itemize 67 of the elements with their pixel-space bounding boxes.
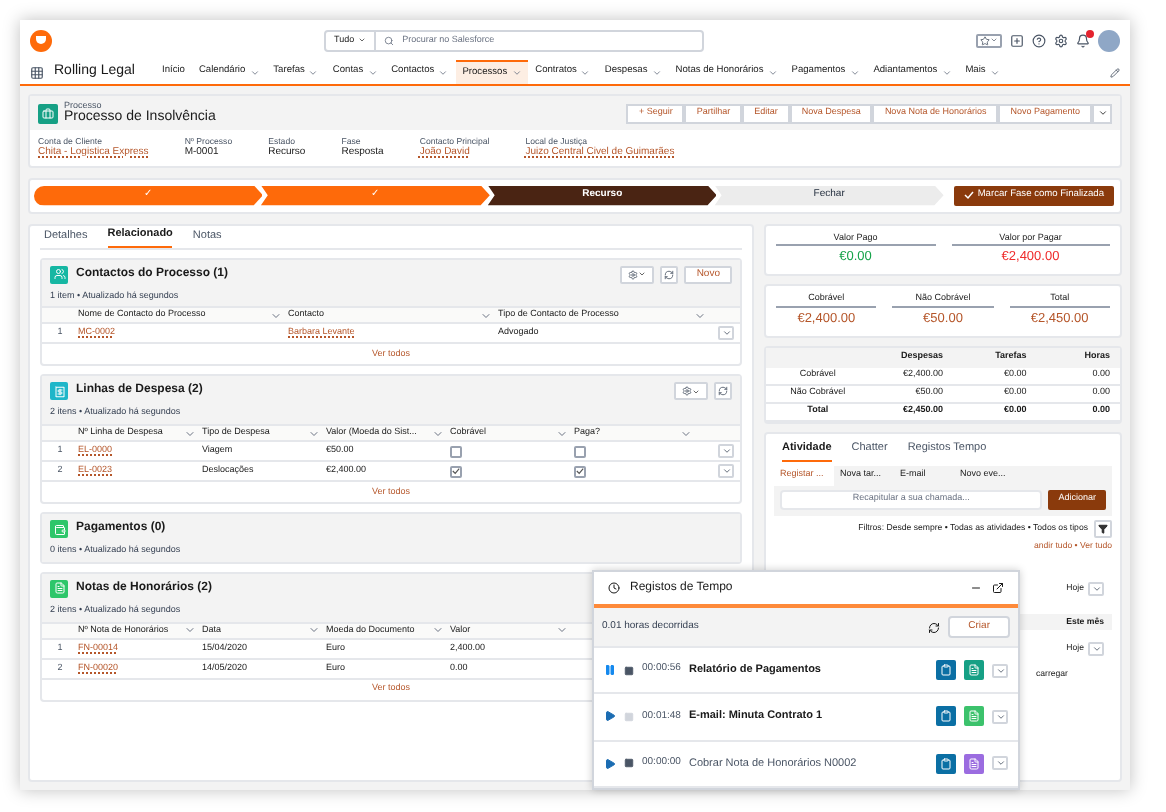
minimize-icon[interactable] xyxy=(970,582,982,594)
caret-icon xyxy=(1091,584,1101,595)
caret-icon xyxy=(308,67,319,77)
record-type-icon[interactable] xyxy=(964,706,984,727)
caret-icon xyxy=(580,67,591,77)
clock-icon xyxy=(608,582,620,594)
record-type-icon[interactable] xyxy=(964,660,984,681)
caret-icon xyxy=(721,328,731,339)
avatar[interactable] xyxy=(1098,29,1120,51)
sort-caret-icon xyxy=(308,427,320,440)
caret-icon xyxy=(995,758,1005,769)
caret-icon xyxy=(941,67,952,77)
play-icon[interactable] xyxy=(604,710,616,723)
sort-caret-icon xyxy=(184,427,196,440)
search-icon xyxy=(384,35,395,45)
settings-icon[interactable] xyxy=(1054,33,1068,47)
help-icon[interactable] xyxy=(1032,33,1046,47)
edit-icon[interactable] xyxy=(1110,67,1120,77)
add-icon[interactable] xyxy=(1010,33,1024,47)
clipboard-icon[interactable] xyxy=(936,706,956,727)
pause-icon[interactable] xyxy=(604,664,616,677)
settings-menu-button[interactable] xyxy=(620,265,655,284)
caret-icon xyxy=(1091,644,1101,655)
notifications-icon[interactable] xyxy=(1076,33,1090,47)
stop-icon[interactable] xyxy=(624,665,634,676)
clipboard-icon[interactable] xyxy=(936,753,956,774)
clipboard-icon[interactable] xyxy=(936,660,956,681)
refresh-icon xyxy=(718,386,728,397)
caret-icon xyxy=(249,67,260,77)
record-type-icon[interactable] xyxy=(964,753,984,774)
sort-caret-icon xyxy=(432,624,444,637)
sort-caret-icon xyxy=(694,309,706,322)
sort-caret-icon xyxy=(556,624,568,637)
caret-icon xyxy=(651,67,662,77)
refresh-button[interactable] xyxy=(660,265,679,284)
caret-icon xyxy=(767,67,778,77)
refresh-button[interactable] xyxy=(714,382,732,401)
check-icon xyxy=(963,190,974,201)
caret-icon xyxy=(995,711,1005,722)
refresh-icon xyxy=(664,269,675,280)
favorites-icon[interactable] xyxy=(976,33,1002,47)
sort-caret-icon xyxy=(184,624,196,637)
sort-caret-icon xyxy=(556,427,568,440)
sort-caret-icon xyxy=(480,309,492,322)
sort-caret-icon xyxy=(432,427,444,440)
sort-caret-icon xyxy=(308,624,320,637)
sort-caret-icon xyxy=(680,427,692,440)
filter-button[interactable] xyxy=(1094,519,1112,538)
sort-caret-icon xyxy=(270,309,282,322)
caret-icon xyxy=(511,68,522,78)
caret-icon xyxy=(995,665,1005,676)
logo-icon xyxy=(30,29,52,51)
caret-icon xyxy=(849,67,860,77)
filter-icon xyxy=(1098,523,1108,534)
refresh-icon[interactable] xyxy=(928,621,941,633)
gear-icon xyxy=(682,386,692,397)
record-icon xyxy=(38,103,58,123)
play-icon[interactable] xyxy=(604,757,616,770)
app-launcher-icon[interactable] xyxy=(30,65,44,79)
caret-icon xyxy=(1097,108,1107,118)
caret-icon xyxy=(367,67,378,77)
settings-menu-button[interactable] xyxy=(674,382,708,401)
caret-icon xyxy=(989,67,1000,77)
gear-icon xyxy=(628,269,639,280)
caret-icon xyxy=(438,67,449,77)
stop-icon[interactable] xyxy=(624,758,634,769)
pop-out-icon[interactable] xyxy=(992,582,1004,594)
